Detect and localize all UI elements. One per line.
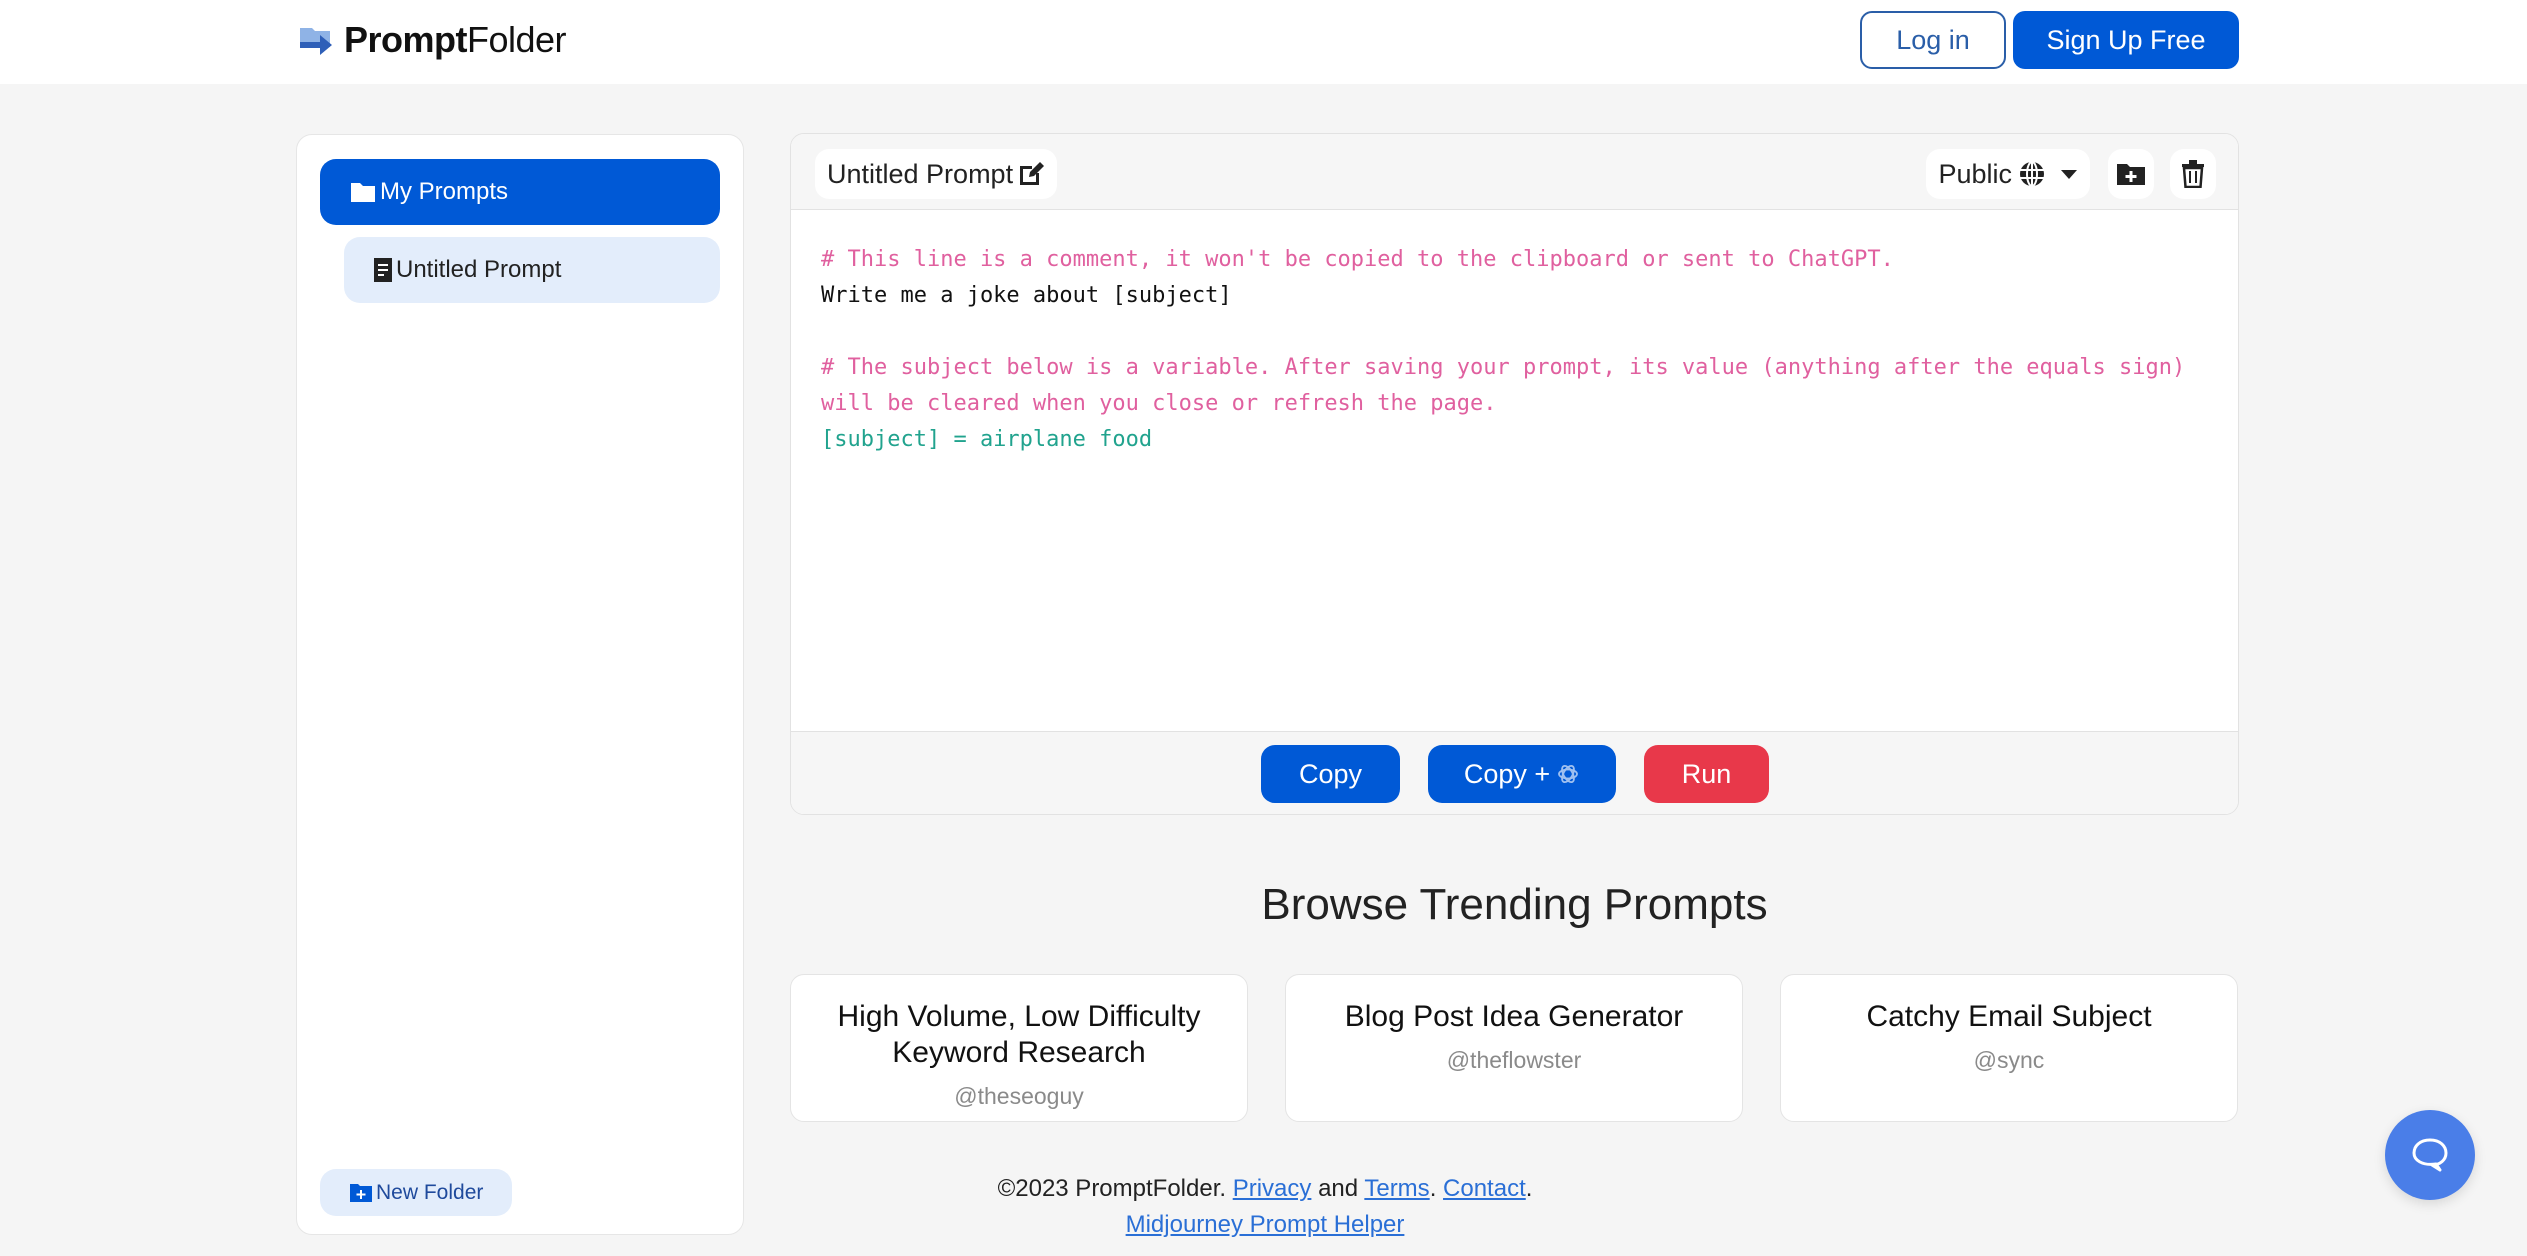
prompt-text-editor[interactable]: # This line is a comment, it won't be co… xyxy=(821,242,2208,458)
copy-button[interactable]: Copy xyxy=(1261,745,1400,803)
editor-line-text xyxy=(821,314,2208,350)
chat-bubble-icon xyxy=(2412,1138,2448,1172)
card-title: Catchy Email Subject xyxy=(1866,1000,2152,1033)
editor-line-comment: # This line is a comment, it won't be co… xyxy=(821,247,1894,272)
copyright: ©2023 PromptFolder. xyxy=(997,1175,1227,1202)
sidebar-item-untitled-prompt[interactable]: Untitled Prompt xyxy=(344,237,720,303)
footer-and: and xyxy=(1318,1175,1359,1202)
sidebar: My Prompts Untitled Prompt New Folder xyxy=(296,134,744,1235)
card-title: Blog Post Idea Generator xyxy=(1344,1000,1684,1033)
prompt-editor-card: Untitled Prompt Public # This line is a … xyxy=(790,133,2239,815)
editor-line-comment: # The subject below is a variable. After… xyxy=(821,355,2186,380)
trending-card[interactable]: Blog Post Idea Generator @theflowster xyxy=(1285,974,1743,1122)
new-folder-button[interactable]: New Folder xyxy=(320,1169,512,1216)
edit-icon xyxy=(1020,162,1045,185)
visibility-label: Public xyxy=(1938,158,2012,189)
copy-to-chatgpt-button[interactable]: Copy + xyxy=(1428,745,1616,803)
caret-down-icon xyxy=(2061,170,2077,179)
login-button[interactable]: Log in xyxy=(1860,11,2006,69)
folder-plus-icon xyxy=(350,1184,372,1202)
folder-plus-icon xyxy=(2117,164,2145,185)
run-label: Run xyxy=(1681,758,1732,789)
sidebar-folder-label: My Prompts xyxy=(380,178,509,205)
logo-folder-arrow-icon xyxy=(300,28,332,55)
folder-icon xyxy=(351,183,375,202)
trending-heading: Browse Trending Prompts xyxy=(1261,880,1768,929)
card-author: @theseoguy xyxy=(954,1083,1084,1109)
sidebar-folder-my-prompts[interactable]: My Prompts xyxy=(320,159,720,225)
footer-line-1: ©2023 PromptFolder. Privacy and Terms. C… xyxy=(997,1175,1533,1202)
visibility-dropdown[interactable]: Public xyxy=(1926,149,2090,199)
trending-card[interactable]: High Volume, Low Difficulty Keyword Rese… xyxy=(790,974,1248,1122)
footer: ©2023 PromptFolder. Privacy and Terms. C… xyxy=(790,1171,1740,1243)
midjourney-helper-link[interactable]: Midjourney Prompt Helper xyxy=(1126,1211,1405,1238)
logo[interactable]: PromptFolder xyxy=(298,18,567,62)
prompt-title: Untitled Prompt xyxy=(827,158,1014,189)
run-button[interactable]: Run xyxy=(1644,745,1769,803)
privacy-link[interactable]: Privacy xyxy=(1233,1175,1312,1202)
new-folder-label: New Folder xyxy=(376,1180,484,1204)
delete-prompt-button[interactable] xyxy=(2170,149,2216,199)
globe-icon xyxy=(2020,161,2044,187)
openai-icon xyxy=(1558,764,1579,784)
editor-line-var: [subject] = airplane food xyxy=(821,427,1153,452)
top-navbar: PromptFolder Log in Sign Up Free xyxy=(0,0,2527,84)
document-icon xyxy=(374,258,392,282)
trash-icon xyxy=(2182,160,2204,188)
contact-link[interactable]: Contact xyxy=(1443,1175,1526,1202)
copy-label: Copy xyxy=(1298,758,1363,789)
copy-gpt-label: Copy + xyxy=(1463,758,1551,789)
editor-line-comment: will be cleared when you close or refres… xyxy=(821,391,1497,416)
card-title: High Volume, Low Difficulty Keyword Rese… xyxy=(837,1000,1201,1069)
footer-line-2: Midjourney Prompt Helper xyxy=(790,1207,1740,1243)
logo-text: PromptFolder xyxy=(344,19,567,60)
card-author: @sync xyxy=(1973,1047,2045,1073)
terms-link[interactable]: Terms xyxy=(1364,1175,1429,1202)
chat-support-button[interactable] xyxy=(2385,1110,2475,1200)
card-author: @theflowster xyxy=(1446,1047,1582,1073)
sidebar-prompt-label: Untitled Prompt xyxy=(396,256,562,283)
add-to-folder-button[interactable] xyxy=(2108,149,2154,199)
editor-actions: Copy Copy + Run xyxy=(791,731,2238,814)
editor-line-text: Write me a joke about [subject] xyxy=(821,283,1232,308)
prompt-title-button[interactable]: Untitled Prompt xyxy=(815,149,1058,199)
editor-header: Untitled Prompt Public xyxy=(791,134,2238,210)
trending-card[interactable]: Catchy Email Subject @sync xyxy=(1780,974,2238,1122)
signup-button[interactable]: Sign Up Free xyxy=(2013,11,2239,69)
